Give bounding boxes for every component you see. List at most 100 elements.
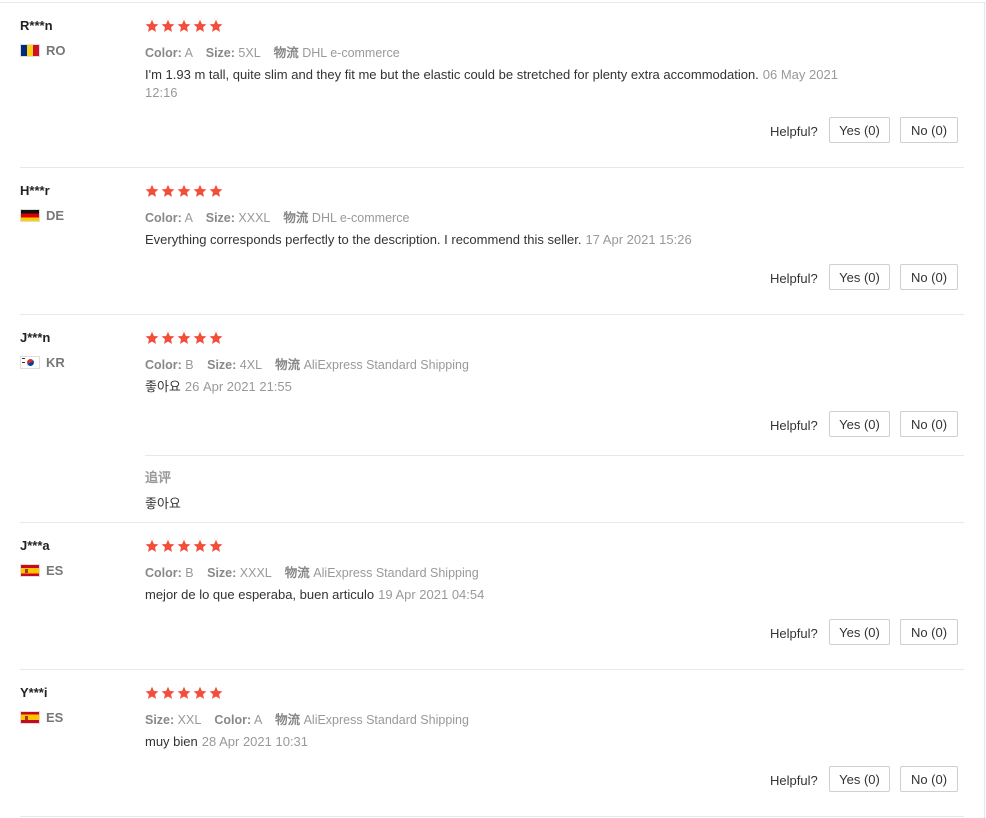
attr-key: Color:: [145, 211, 182, 225]
purchase-attributes: Color: B Size: 4XL 物流 AliExpress Standar…: [145, 354, 469, 373]
helpful-no-button[interactable]: No (0): [900, 264, 958, 290]
attr-value: DHL e-commerce: [311, 211, 410, 225]
attr-key: Color:: [145, 358, 182, 372]
spain-flag-icon: [20, 564, 40, 577]
reviewer-name: H***r: [20, 183, 50, 198]
purchase-attributes: Color: A Size: XXXL 物流 DHL e-commerce: [145, 207, 409, 226]
country-code: KR: [46, 355, 65, 370]
star-icon: [209, 19, 223, 33]
review-divider: [20, 167, 964, 168]
attr-value: 4XL: [239, 358, 262, 372]
attr-key: Color:: [145, 566, 182, 580]
country-code: ES: [46, 563, 64, 578]
spain-flag-icon: [20, 711, 40, 724]
attr-value: AliExpress Standard Shipping: [313, 566, 479, 580]
star-icon: [177, 539, 191, 553]
star-icon: [177, 686, 191, 700]
reviewer-country: DE: [20, 208, 64, 223]
star-icon: [209, 184, 223, 198]
country-code: RO: [46, 43, 66, 58]
star-icon: [161, 686, 175, 700]
star-icon: [145, 686, 159, 700]
purchase-attributes: Color: B Size: XXXL 物流 AliExpress Standa…: [145, 562, 479, 581]
followup-divider: [145, 455, 964, 456]
attr-value: AliExpress Standard Shipping: [303, 713, 469, 727]
reviewer-country: ES: [20, 563, 63, 578]
helpful-no-button[interactable]: No (0): [900, 117, 958, 143]
attr-key: Size:: [205, 46, 235, 60]
top-divider: [0, 2, 986, 3]
attr-key: 物流: [275, 358, 301, 372]
attr-key: Color:: [214, 713, 252, 727]
star-icon: [177, 184, 191, 198]
review-divider: [20, 314, 964, 315]
purchase-attributes: Color: A Size: 5XL 物流 DHL e-commerce: [145, 42, 400, 61]
review-text: muy bien 28 Apr 2021 10:31: [145, 733, 865, 751]
review-date: 26 Apr 2021 21:55: [184, 379, 292, 394]
attr-value: A: [184, 211, 193, 225]
star-rating: [145, 686, 223, 700]
review-text: I'm 1.93 m tall, quite slim and they fit…: [145, 66, 865, 102]
helpful-no-button[interactable]: No (0): [900, 766, 958, 792]
reviewer-name: J***n: [20, 330, 51, 345]
star-icon: [145, 331, 159, 345]
helpful-yes-button[interactable]: Yes (0): [829, 411, 890, 437]
star-icon: [177, 19, 191, 33]
attr-value: XXXL: [239, 566, 272, 580]
star-icon: [161, 184, 175, 198]
star-icon: [161, 539, 175, 553]
star-icon: [209, 686, 223, 700]
attr-value: XXXL: [238, 211, 270, 225]
country-code: DE: [46, 208, 65, 223]
helpful-yes-button[interactable]: Yes (0): [829, 766, 890, 792]
review-body: 좋아요: [145, 379, 181, 394]
reviewer-country: KR: [20, 355, 65, 370]
helpful-yes-button[interactable]: Yes (0): [829, 619, 890, 645]
helpful-no-button[interactable]: No (0): [900, 619, 958, 645]
review-body: mejor de lo que esperaba, buen articulo: [145, 587, 375, 602]
star-icon: [209, 331, 223, 345]
helpful-yes-button[interactable]: Yes (0): [829, 117, 890, 143]
attr-key: Size:: [207, 358, 237, 372]
helpful-no-button[interactable]: No (0): [900, 411, 958, 437]
review-divider: [20, 669, 964, 670]
star-rating: [145, 19, 223, 33]
attr-key: Size:: [205, 211, 235, 225]
followup-text: 좋아요: [145, 496, 181, 511]
review-text: Everything corresponds perfectly to the …: [145, 231, 865, 249]
star-icon: [145, 19, 159, 33]
romania-flag-icon: [20, 44, 40, 57]
star-icon: [209, 539, 223, 553]
followup-label: 追评: [145, 470, 172, 485]
review-text: mejor de lo que esperaba, buen articulo 1…: [145, 586, 865, 604]
purchase-attributes: Size: XXL Color: A 物流 AliExpress Standar…: [145, 709, 469, 728]
reviewer-name: R***n: [20, 18, 53, 33]
korea-flag-icon: [20, 356, 40, 369]
star-icon: [193, 539, 207, 553]
star-rating: [145, 184, 223, 198]
helpful-label: Helpful?: [770, 418, 818, 433]
attr-key: 物流: [284, 566, 310, 580]
reviewer-country: RO: [20, 43, 66, 58]
attr-key: 物流: [273, 46, 299, 60]
star-icon: [193, 331, 207, 345]
reviewer-name: J***a: [20, 538, 50, 553]
reviewer-country: ES: [20, 710, 63, 725]
star-icon: [145, 184, 159, 198]
review-divider: [20, 816, 964, 817]
attr-value: A: [253, 713, 262, 727]
review-text: 좋아요 26 Apr 2021 21:55: [145, 378, 865, 396]
star-icon: [193, 184, 207, 198]
attr-value: DHL e-commerce: [302, 46, 400, 60]
attr-key: 物流: [275, 713, 301, 727]
attr-value: AliExpress Standard Shipping: [303, 358, 469, 372]
star-icon: [193, 686, 207, 700]
review-date: 19 Apr 2021 04:54: [378, 587, 485, 602]
attr-value: B: [185, 358, 194, 372]
helpful-yes-button[interactable]: Yes (0): [829, 264, 890, 290]
star-rating: [145, 539, 223, 553]
review-date: 28 Apr 2021 10:31: [201, 734, 309, 749]
attr-value: B: [185, 566, 194, 580]
review-divider: [20, 522, 964, 523]
star-icon: [161, 19, 175, 33]
